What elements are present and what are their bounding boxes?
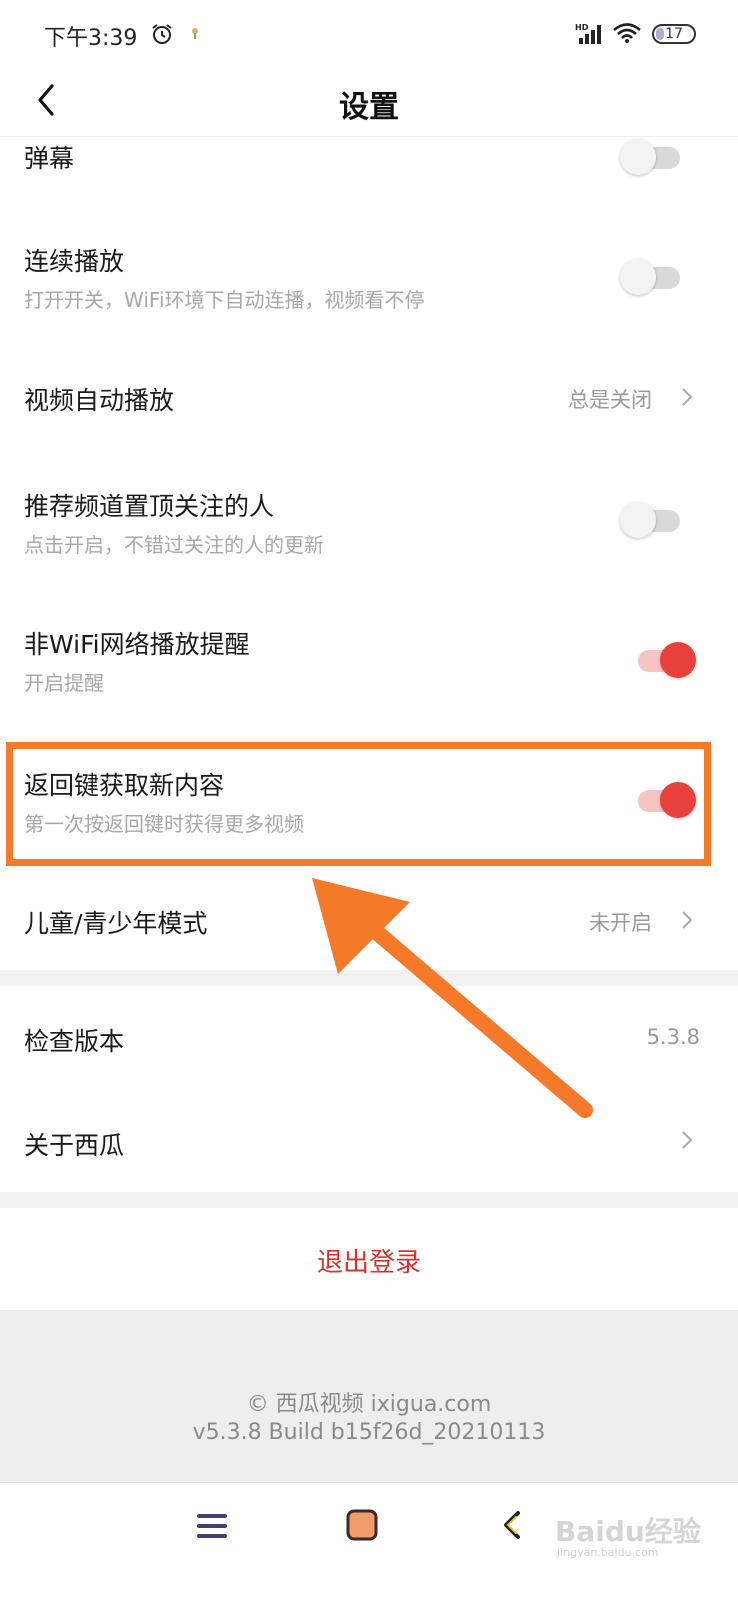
danmaku-toggle[interactable] <box>620 135 684 175</box>
setting-title: 推荐频道置顶关注的人 <box>24 492 275 521</box>
check-version-label: 检查版本 <box>24 1027 125 1056</box>
watermark: Baidu经验 jingyan.baidu.com <box>555 1500 725 1560</box>
top-navigation-bar: 设置 <box>0 66 738 137</box>
watermark-text: Baidu经验 <box>555 1515 701 1548</box>
battery-level: 17 <box>665 26 683 42</box>
setting-row-autoplay[interactable]: 视频自动播放 总是关闭 <box>0 355 738 441</box>
setting-value: 总是关闭 <box>568 388 652 412</box>
setting-subtitle: 开启提醒 <box>24 671 104 695</box>
setting-title: 弹幕 <box>24 144 75 173</box>
copyright-text: © 西瓜视频 ixigua.com <box>246 1392 492 1417</box>
setting-row-continuous-play[interactable]: 连续播放 打开开关，WiFi环境下自动连播，视频看不停 <box>0 220 738 330</box>
arrow-annotation <box>312 878 593 1118</box>
setting-row-nonwifi-alert[interactable]: 非WiFi网络播放提醒 开启提醒 <box>0 605 738 715</box>
menu-icon[interactable] <box>196 1511 228 1541</box>
alarm-icon <box>152 24 172 44</box>
build-text: v5.3.8 Build b15f26d_20210113 <box>192 1420 546 1445</box>
setting-title: 连续播放 <box>24 247 125 276</box>
battery-indicator: 17 <box>652 24 696 44</box>
footer: © 西瓜视频 ixigua.com v5.3.8 Build b15f26d_2… <box>0 1310 738 1482</box>
setting-row-pin-followed[interactable]: 推荐频道置顶关注的人 点击开启，不错过关注的人的更新 <box>0 465 738 575</box>
network-type-label: HD <box>575 23 589 32</box>
chevron-right-icon <box>682 911 693 929</box>
wifi-icon <box>613 23 641 43</box>
section-divider <box>0 1192 738 1208</box>
setting-row-danmaku[interactable]: 弹幕 <box>0 137 738 201</box>
setting-title: 非WiFi网络播放提醒 <box>24 630 250 659</box>
home-icon[interactable] <box>346 1509 378 1541</box>
nonwifi-alert-toggle[interactable] <box>634 638 698 678</box>
notification-icon <box>192 28 198 39</box>
status-time: 下午3:39 <box>44 26 138 51</box>
status-bar: 下午3:39 HD 17 <box>0 0 738 66</box>
about-label: 关于西瓜 <box>24 1131 125 1160</box>
continuous-play-toggle[interactable] <box>620 255 684 295</box>
version-value: 5.3.8 <box>646 1025 700 1049</box>
pin-followed-toggle[interactable] <box>620 498 684 538</box>
setting-subtitle: 打开开关，WiFi环境下自动连播，视频看不停 <box>24 288 425 312</box>
chevron-right-icon <box>682 388 693 406</box>
highlight-box-annotation <box>6 742 711 866</box>
signal-icon: HD <box>575 23 601 44</box>
logout-label: 退出登录 <box>316 1248 421 1278</box>
chevron-right-icon <box>682 1131 693 1149</box>
setting-title: 视频自动播放 <box>24 386 175 415</box>
logout-button[interactable]: 退出登录 <box>0 1208 738 1310</box>
setting-title: 儿童/青少年模式 <box>24 909 208 938</box>
setting-subtitle: 点击开启，不错过关注的人的更新 <box>24 533 324 557</box>
page-title: 设置 <box>339 90 399 125</box>
system-back-icon[interactable] <box>500 1509 524 1541</box>
watermark-url: jingyan.baidu.com <box>557 1546 659 1559</box>
